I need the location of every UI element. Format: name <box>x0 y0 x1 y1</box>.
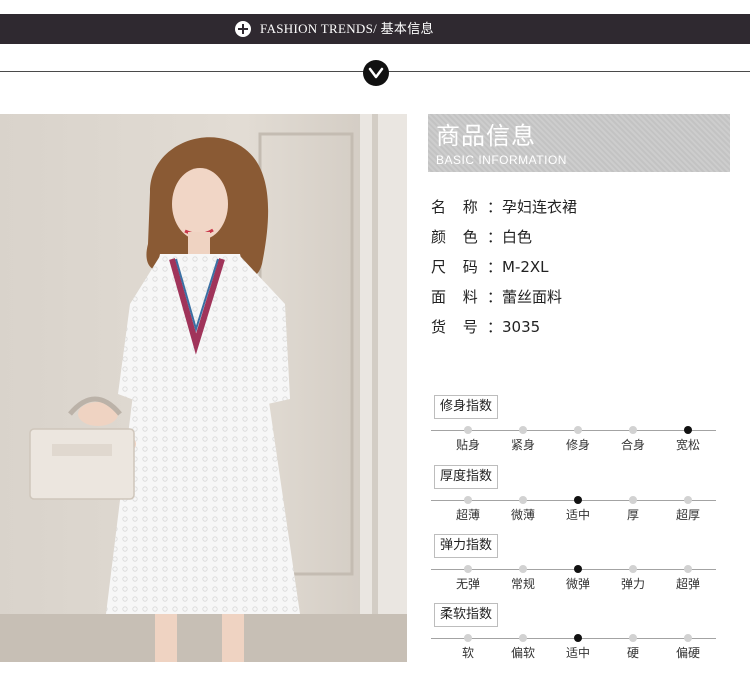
spec-list: 名 称 ：孕妇连衣裙 颜 色 ：白色 尺 码 ：M-2XL 面 料 ：蕾丝面料 … <box>431 197 577 347</box>
rating-option: 偏硬 <box>675 646 700 660</box>
rating-title: 厚度指数 <box>434 465 499 489</box>
rating-option: 修身 <box>565 438 590 452</box>
rating-option: 软 <box>461 646 474 660</box>
rating-option: 贴身 <box>455 438 480 452</box>
banner-title: FASHION TRENDS/ 基本信息 <box>260 21 434 36</box>
rating-option: 宽松 <box>675 438 700 452</box>
rating-option: 合身 <box>620 438 645 452</box>
top-banner: FASHION TRENDS/ 基本信息 <box>0 14 750 44</box>
rating-dot <box>519 496 527 504</box>
rating-dot <box>574 496 582 504</box>
plus-circle-icon <box>235 21 251 37</box>
rating-dot <box>684 426 692 434</box>
info-header: 商品信息 BASIC INFORMATION <box>428 114 730 172</box>
rating-option: 常规 <box>510 577 535 591</box>
spec-label: 颜 色 <box>431 228 484 246</box>
rating-title: 弹力指数 <box>434 534 499 558</box>
rating-dot <box>574 426 582 434</box>
rating-dot <box>519 634 527 642</box>
rating-softness: 柔软指数 软 偏软 适中 硬 偏硬 <box>431 603 721 673</box>
rating-dot <box>684 496 692 504</box>
rating-option: 超弹 <box>675 577 700 591</box>
spec-label: 尺 码 <box>431 258 484 276</box>
rating-option: 偏软 <box>510 646 535 660</box>
spec-row-size: 尺 码 ：M-2XL <box>431 257 577 287</box>
spec-label: 面 料 <box>431 288 484 306</box>
rating-option: 弹力 <box>620 577 645 591</box>
rating-option: 硬 <box>626 646 639 660</box>
rating-dot <box>574 634 582 642</box>
rating-dot <box>464 426 472 434</box>
rating-option: 超薄 <box>455 508 480 522</box>
rating-dot <box>574 565 582 573</box>
spec-label: 名 称 <box>431 198 484 216</box>
rating-dot <box>629 634 637 642</box>
rating-option: 适中 <box>565 646 590 660</box>
spec-value: ：M-2XL <box>487 258 549 276</box>
rating-dot <box>464 496 472 504</box>
spec-row-fabric: 面 料 ：蕾丝面料 <box>431 287 577 317</box>
rating-title: 修身指数 <box>434 395 499 419</box>
spec-value: ：蕾丝面料 <box>487 288 563 306</box>
rating-option: 紧身 <box>510 438 535 452</box>
rating-option: 适中 <box>565 508 590 522</box>
spec-row-name: 名 称 ：孕妇连衣裙 <box>431 197 577 227</box>
rating-dot <box>684 565 692 573</box>
spec-row-item-no: 货 号 ：3035 <box>431 317 577 347</box>
rating-dot <box>464 634 472 642</box>
spec-value: ：孕妇连衣裙 <box>487 198 578 216</box>
rating-thickness: 厚度指数 超薄 微薄 适中 厚 超厚 <box>431 465 721 535</box>
rating-option: 厚 <box>626 508 639 522</box>
rating-option: 无弹 <box>455 577 480 591</box>
rating-dot <box>519 565 527 573</box>
rating-option: 微薄 <box>510 508 535 522</box>
rating-fit: 修身指数 贴身 紧身 修身 合身 宽松 <box>431 395 721 465</box>
rating-elasticity: 弹力指数 无弹 常规 微弹 弹力 超弹 <box>431 534 721 604</box>
spec-row-color: 颜 色 ：白色 <box>431 227 577 257</box>
rating-option: 微弹 <box>565 577 590 591</box>
rating-dot <box>629 565 637 573</box>
spec-value: ：3035 <box>487 318 541 336</box>
chevron-down-icon <box>363 60 389 86</box>
rating-dot <box>464 565 472 573</box>
rating-dot <box>629 496 637 504</box>
info-subtitle: BASIC INFORMATION <box>436 153 567 167</box>
rating-dot <box>684 634 692 642</box>
rating-title: 柔软指数 <box>434 603 499 627</box>
rating-dot <box>629 426 637 434</box>
spec-label: 货 号 <box>431 318 484 336</box>
rating-option: 超厚 <box>675 508 700 522</box>
info-title: 商品信息 <box>436 122 536 150</box>
product-photo <box>0 114 407 662</box>
spec-value: ：白色 <box>487 228 533 246</box>
rating-dot <box>519 426 527 434</box>
